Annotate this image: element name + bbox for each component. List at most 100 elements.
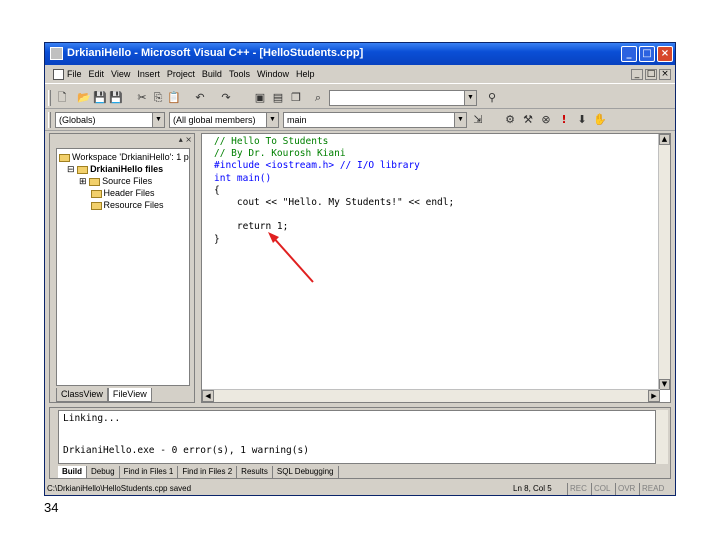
window-title: DrkianiHello - Microsoft Visual C++ - [H… [67,47,364,59]
build-icon[interactable]: ⚒ [521,113,535,127]
cut-icon[interactable]: ✂ [135,91,149,105]
tab-find-in-files-2[interactable]: Find in Files 2 [178,466,238,478]
doc-close-button[interactable]: × [659,69,671,80]
editor-horizontal-scrollbar[interactable]: ◀ ▶ [202,389,660,402]
scroll-down-icon[interactable]: ▼ [659,379,670,390]
minimize-button[interactable]: _ [621,46,637,62]
tab-classview[interactable]: ClassView [56,388,108,402]
editor-vertical-scrollbar[interactable]: ▲ ▼ [658,134,670,390]
toolbar-grip[interactable] [48,112,51,128]
doc-minimize-button[interactable]: _ [631,69,643,80]
menu-window[interactable]: Window [257,69,289,79]
tab-sql-debugging[interactable]: SQL Debugging [273,466,339,478]
status-ovr: OVR [615,483,637,495]
chevron-down-icon[interactable]: ▼ [464,91,476,105]
tree-item-resource-files[interactable]: Resource Files [79,199,164,211]
menu-tools[interactable]: Tools [229,69,250,79]
build-output[interactable]: Linking... DrkianiHello.exe - 0 error(s)… [58,410,656,464]
menu-view[interactable]: View [111,69,130,79]
find-icon[interactable]: ⚲ [485,91,499,105]
workspace-icon[interactable]: ▣ [253,91,267,105]
tree-item-label: DrkianiHello files [90,164,164,174]
go-icon[interactable]: ⬇ [575,113,589,127]
tab-debug[interactable]: Debug [87,466,120,478]
window-list-icon[interactable]: ❐ [289,91,303,105]
menu-edit[interactable]: Edit [89,69,105,79]
scroll-up-icon[interactable]: ▲ [659,134,670,145]
menu-help[interactable]: Help [296,69,315,79]
output-line: Linking... [63,413,121,424]
standard-toolbar: 🗋 📂 💾 💾 ✂ ⎘ 📋 ↶ ↷ ▣ ▤ ❐ ⌕ ▼ ⚲ [45,87,675,109]
scroll-right-icon[interactable]: ▶ [648,390,660,402]
doc-restore-button[interactable]: □ [645,69,657,80]
tab-build[interactable]: Build [58,466,87,478]
maximize-button[interactable]: □ [639,46,655,62]
workspace-icon [59,153,70,162]
breakpoint-icon[interactable]: ✋ [593,113,607,127]
tree-item-source-files[interactable]: ⊞ Source Files [79,175,152,187]
menu-build[interactable]: Build [202,69,222,79]
tree-item-workspace[interactable]: Workspace 'DrkianiHello': 1 pro [59,151,189,163]
status-rec: REC [567,483,589,495]
stop-build-icon[interactable]: ⊗ [539,113,553,127]
source-code[interactable]: // Hello To Students // By Dr. Kourosh K… [214,136,454,246]
wizard-bar: (Globals) ▼ (All global members) ▼ main … [45,109,675,131]
tab-results[interactable]: Results [237,466,273,478]
save-all-icon[interactable]: 💾 [109,91,123,105]
chevron-down-icon[interactable]: ▼ [152,113,164,127]
workspace-header-controls[interactable]: ▴ × [179,135,192,144]
code-line: // By Dr. Kourosh Kiani [214,148,346,160]
class-combo[interactable]: (Globals) ▼ [55,112,165,128]
code-line: } [214,233,220,245]
tab-find-in-files-1[interactable]: Find in Files 1 [120,466,179,478]
chevron-down-icon[interactable]: ▼ [454,113,466,127]
status-read: READ [639,483,666,495]
toolbar-grip[interactable] [48,90,51,106]
scroll-left-icon[interactable]: ◀ [202,390,214,402]
code-editor[interactable]: // Hello To Students // By Dr. Kourosh K… [201,133,671,403]
find-combo[interactable]: ▼ [329,90,477,106]
save-icon[interactable]: 💾 [93,91,107,105]
tab-fileview[interactable]: FileView [107,388,152,402]
paste-icon[interactable]: 📋 [167,91,181,105]
folder-icon [90,189,102,198]
undo-icon[interactable]: ↶ [193,91,207,105]
execute-icon[interactable]: ! [557,113,571,127]
document-icon[interactable] [53,69,64,80]
compile-icon[interactable]: ⚙ [503,113,517,127]
open-icon[interactable]: 📂 [77,91,91,105]
members-combo[interactable]: (All global members) ▼ [169,112,279,128]
output-icon[interactable]: ▤ [271,91,285,105]
copy-icon[interactable]: ⎘ [151,91,165,105]
status-message: C:\DrkianiHello\HelloStudents.cpp saved [47,484,192,493]
tree-item-header-files[interactable]: Header Files [79,187,155,199]
menu-file[interactable]: File [67,69,82,79]
find-in-files-icon[interactable]: ⌕ [311,91,325,105]
file-tree: Workspace 'DrkianiHello': 1 pro ⊟ Drkian… [56,148,190,386]
tree-item-label: Resource Files [103,200,164,210]
new-file-icon[interactable]: 🗋 [55,91,69,105]
chevron-down-icon[interactable]: ▼ [266,113,278,127]
close-button[interactable]: × [657,46,673,62]
title-bar[interactable]: DrkianiHello - Microsoft Visual C++ - [H… [45,43,675,65]
menu-insert[interactable]: Insert [137,69,160,79]
function-combo-value: main [287,115,307,125]
code-line: #include <iostream.h> // I/O library [214,160,420,172]
output-panel: Linking... DrkianiHello.exe - 0 error(s)… [49,407,671,479]
app-icon [50,47,63,60]
menu-project[interactable]: Project [167,69,195,79]
tree-item-project[interactable]: ⊟ DrkianiHello files [67,163,163,175]
collapse-icon[interactable]: ▴ [179,135,183,144]
function-combo[interactable]: main ▼ [283,112,467,128]
code-line: return 1; [214,221,289,233]
ide-window: DrkianiHello - Microsoft Visual C++ - [H… [44,42,676,496]
close-icon[interactable]: × [185,135,192,144]
code-line: { [214,184,220,196]
redo-icon[interactable]: ↷ [219,91,233,105]
output-scrollbar[interactable] [656,410,668,464]
wizard-action-icon[interactable]: ⇲ [471,113,485,127]
expand-toggle-icon[interactable]: ⊞ [79,176,87,186]
menu-bar: File Edit View Insert Project Build Tool… [45,66,675,84]
folder-icon [90,201,102,210]
collapse-toggle-icon[interactable]: ⊟ [67,164,75,174]
